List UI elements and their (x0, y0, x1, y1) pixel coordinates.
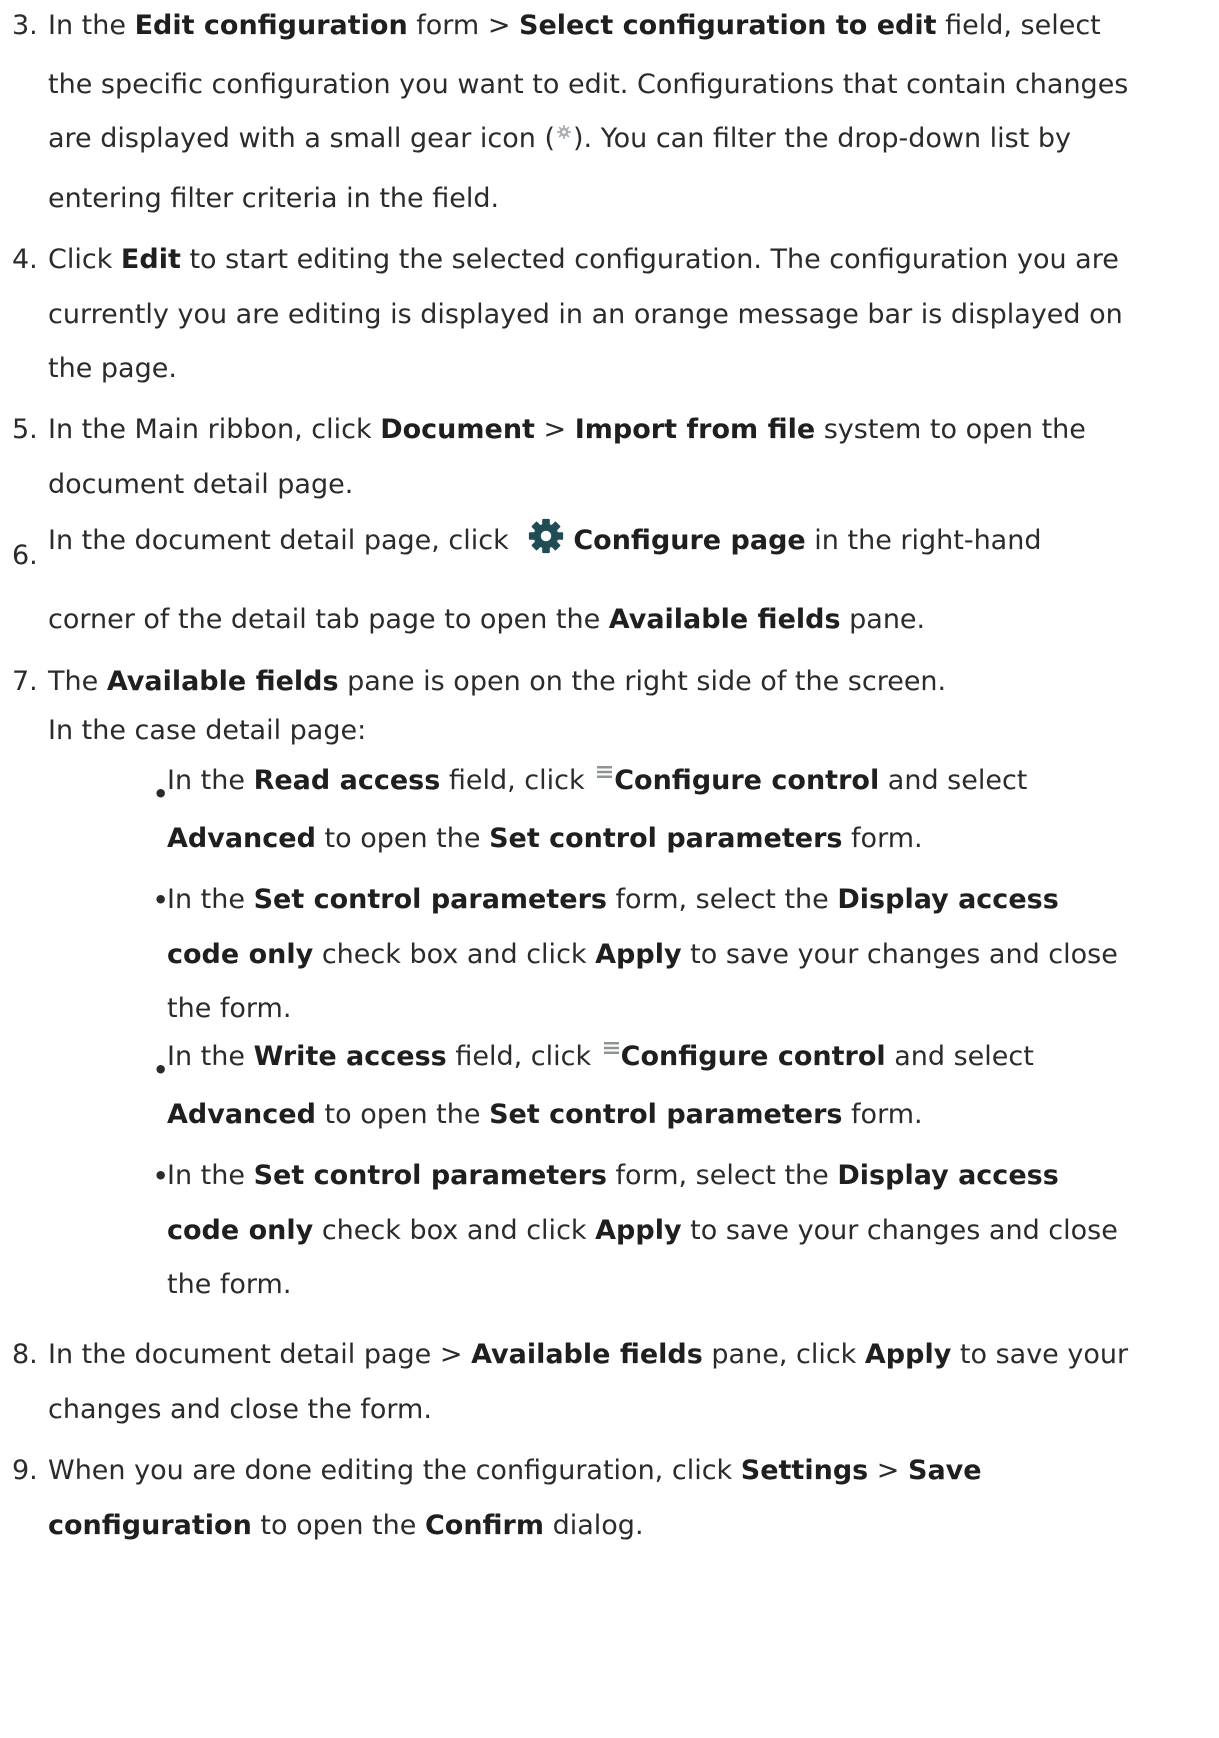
step-number: 4. (12, 244, 38, 275)
bullet-2-line-2: code only check box and click Apply to s… (167, 939, 1118, 970)
step-3-line-3: are displayed with a small gear icon ().… (48, 123, 1072, 154)
document-page: 3. In the Edit configuration form > Selec… (0, 0, 1219, 1738)
bullet-4-line-3: the form. (167, 1269, 292, 1300)
bullet-3-line-1: In the Write access field, click Configu… (167, 1041, 1034, 1072)
bullet-2-line-3: the form. (167, 993, 292, 1024)
step-4-line-3: the page. (48, 353, 177, 384)
step-3-line-4: entering filter criteria in the field. (48, 183, 500, 214)
step-7-line-1: 7. The Available fields pane is open on t… (12, 666, 947, 697)
step-3-line-2: the specific configuration you want to e… (48, 69, 1129, 100)
step-number: 3. (12, 10, 38, 41)
step-6-line-1: In the document detail page, click Confi… (48, 517, 1041, 555)
step-9-line-2: configuration to open the Confirm dialog… (48, 1510, 644, 1541)
step-8-line-2: changes and close the form. (48, 1394, 432, 1425)
step-7-line-2: In the case detail page: (48, 715, 367, 746)
bullet-4-line-2: code only check box and click Apply to s… (167, 1215, 1118, 1246)
gear-icon (529, 518, 564, 554)
lines-icon (603, 1042, 619, 1054)
step-6-number: 6. (12, 540, 38, 571)
step-number: 8. (12, 1339, 38, 1370)
step-9-line-1: 9. When you are done editing the configur… (12, 1455, 982, 1486)
step-5-line-2: document detail page. (48, 469, 354, 500)
step-6-line-2: corner of the detail tab page to open th… (48, 604, 926, 635)
step-number: 9. (12, 1455, 38, 1486)
bullet-3-line-2: Advanced to open the Set control paramet… (167, 1099, 923, 1130)
step-4-line-1: 4. Click Edit to start editing the select… (12, 244, 1119, 275)
lines-icon (597, 766, 613, 778)
step-number: 5. (12, 414, 38, 445)
step-3-line-1: 3. In the Edit configuration form > Selec… (12, 10, 1101, 41)
step-4-line-2: currently you are editing is displayed i… (48, 299, 1123, 330)
bullet-2-line-1: In the Set control parameters form, sele… (167, 884, 1059, 915)
step-8-line-1: 8. In the document detail page > Availabl… (12, 1339, 1129, 1370)
step-number: 7. (12, 666, 38, 697)
bullet-1-line-1: In the Read access field, click Configur… (167, 765, 1028, 796)
step-5-line-1: 5. In the Main ribbon, click Document > I… (12, 414, 1086, 445)
gear-icon (557, 125, 572, 139)
bullet-1-line-2: Advanced to open the Set control paramet… (167, 823, 923, 854)
bullet-4-line-1: In the Set control parameters form, sele… (167, 1160, 1059, 1191)
